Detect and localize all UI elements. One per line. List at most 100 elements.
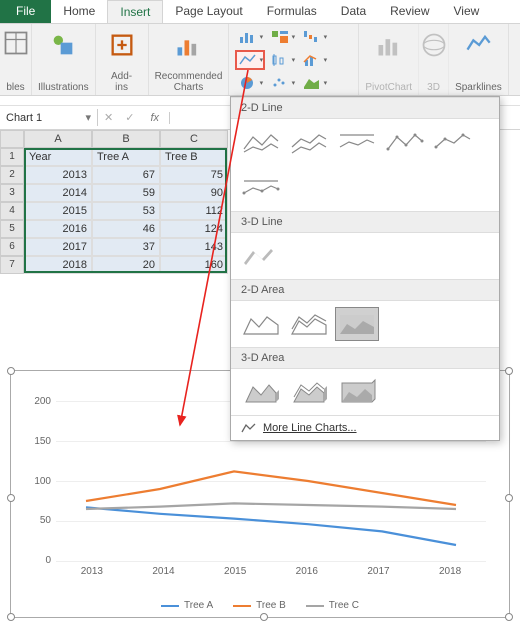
100-stacked-line-markers-chart-option[interactable] [239, 171, 283, 205]
cell-b2[interactable]: 67 [92, 166, 160, 184]
100-stacked-line-chart-option[interactable] [335, 125, 379, 159]
line-markers-chart-option[interactable] [383, 125, 427, 159]
tab-file[interactable]: File [0, 0, 51, 23]
cell-a6[interactable]: 2017 [24, 238, 92, 256]
cell-b7[interactable]: 20 [92, 256, 160, 274]
chart-handle[interactable] [7, 613, 15, 621]
100-stacked-area-chart-option[interactable] [335, 307, 379, 341]
row-header-1[interactable]: 1 [0, 148, 24, 166]
more-line-charts-link[interactable]: More Line Charts... [231, 415, 499, 440]
fx-icon[interactable]: fx [140, 112, 170, 124]
cell-a5[interactable]: 2016 [24, 220, 92, 238]
cell-a4[interactable]: 2015 [24, 202, 92, 220]
3d-line-chart-option[interactable] [239, 239, 283, 273]
stacked-line-chart-option[interactable] [287, 125, 331, 159]
addins-button[interactable] [102, 27, 142, 63]
y-tick: 50 [11, 515, 51, 526]
tab-home[interactable]: Home [51, 0, 107, 23]
cell-a1[interactable]: Year [24, 148, 92, 166]
group-pivotchart-label: PivotChart [365, 82, 412, 93]
cell-b3[interactable]: 59 [92, 184, 160, 202]
insert-hierarchy-chart-button[interactable]: ▾ [267, 27, 297, 47]
3d-area-chart-option[interactable] [239, 375, 283, 409]
insert-column-chart-button[interactable]: ▾ [235, 27, 265, 47]
stacked-line-markers-chart-option[interactable] [431, 125, 475, 159]
cell-b4[interactable]: 53 [92, 202, 160, 220]
formula-enter-icon[interactable]: ✓ [119, 111, 140, 124]
chevron-down-icon[interactable]: ▾ [85, 111, 91, 124]
cell-c1[interactable]: Tree B [160, 148, 228, 166]
recommended-charts-button[interactable] [168, 27, 208, 63]
insert-pie-chart-button[interactable]: ▾ [235, 73, 265, 93]
chart-handle[interactable] [505, 613, 513, 621]
illustrations-icon [47, 29, 79, 61]
legend-item-a[interactable]: Tree A [161, 600, 213, 611]
row-header-4[interactable]: 4 [0, 202, 24, 220]
cell-c5[interactable]: 124 [160, 220, 228, 238]
stacked-area-chart-option[interactable] [287, 307, 331, 341]
x-tick: 2013 [81, 566, 103, 577]
col-header-c[interactable]: C [160, 130, 228, 148]
chart-handle[interactable] [505, 367, 513, 375]
insert-line-chart-button[interactable]: ▾ [235, 50, 265, 70]
tab-insert[interactable]: Insert [107, 0, 163, 23]
line-chart-small-icon [241, 422, 257, 434]
3d-map-button[interactable] [414, 27, 454, 63]
row-header-3[interactable]: 3 [0, 184, 24, 202]
y-tick: 200 [11, 396, 51, 407]
cell-c6[interactable]: 143 [160, 238, 228, 256]
tab-view[interactable]: View [442, 0, 492, 23]
3d-stacked-area-chart-option[interactable] [287, 375, 331, 409]
group-charts: ▾ ▾ ▾ ▾ ▾ ▾ ▾ ▾ ▾ [229, 24, 359, 95]
group-pivotchart: PivotChart [359, 24, 419, 95]
tab-data[interactable]: Data [329, 0, 378, 23]
chart-handle[interactable] [7, 367, 15, 375]
insert-statistic-chart-button[interactable]: ▾ [267, 50, 297, 70]
sparklines-icon [462, 29, 494, 61]
chart-handle[interactable] [260, 613, 268, 621]
col-header-b[interactable]: B [92, 130, 160, 148]
row-header-2[interactable]: 2 [0, 166, 24, 184]
tables-icon[interactable] [0, 27, 32, 59]
group-illustrations-label: Illustrations [38, 82, 89, 93]
cell-b5[interactable]: 46 [92, 220, 160, 238]
row-header-6[interactable]: 6 [0, 238, 24, 256]
section-2d-area: 2-D Area [231, 279, 499, 301]
tab-review[interactable]: Review [378, 0, 441, 23]
row-header-7[interactable]: 7 [0, 256, 24, 274]
select-all-corner[interactable] [0, 130, 24, 148]
cell-b1[interactable]: Tree A [92, 148, 160, 166]
legend-item-c[interactable]: Tree C [306, 600, 359, 611]
chart-handle[interactable] [505, 494, 513, 502]
cell-a7[interactable]: 2018 [24, 256, 92, 274]
pivotchart-icon [373, 29, 405, 61]
insert-surface-chart-button[interactable]: ▾ [299, 73, 329, 93]
row-header-5[interactable]: 5 [0, 220, 24, 238]
cell-a2[interactable]: 2013 [24, 166, 92, 184]
cell-c3[interactable]: 90 [160, 184, 228, 202]
area-chart-option[interactable] [239, 307, 283, 341]
sparklines-button[interactable] [458, 27, 498, 63]
globe-icon [418, 29, 450, 61]
insert-combo-chart-button[interactable]: ▾ [299, 50, 329, 70]
cell-b6[interactable]: 37 [92, 238, 160, 256]
cell-a3[interactable]: 2014 [24, 184, 92, 202]
tab-page-layout[interactable]: Page Layout [163, 0, 254, 23]
legend-item-b[interactable]: Tree B [233, 600, 286, 611]
formula-cancel-icon[interactable]: ✕ [98, 111, 119, 124]
tab-formulas[interactable]: Formulas [255, 0, 329, 23]
insert-waterfall-chart-button[interactable]: ▾ [299, 27, 329, 47]
name-box[interactable]: Chart 1 ▾ [0, 109, 98, 126]
line-chart-option[interactable] [239, 125, 283, 159]
3d-100-stacked-area-chart-option[interactable] [335, 375, 379, 409]
insert-scatter-chart-button[interactable]: ▾ [267, 73, 297, 93]
ribbon-tabs: File Home Insert Page Layout Formulas Da… [0, 0, 520, 24]
illustrations-button[interactable] [43, 27, 83, 63]
cell-c2[interactable]: 75 [160, 166, 228, 184]
chart-legend[interactable]: Tree A Tree B Tree C [11, 600, 509, 611]
pivotchart-button[interactable] [369, 27, 409, 63]
chart-y-axis: 200 150 100 50 0 [11, 396, 51, 566]
cell-c4[interactable]: 112 [160, 202, 228, 220]
col-header-a[interactable]: A [24, 130, 92, 148]
cell-c7[interactable]: 160 [160, 256, 228, 274]
